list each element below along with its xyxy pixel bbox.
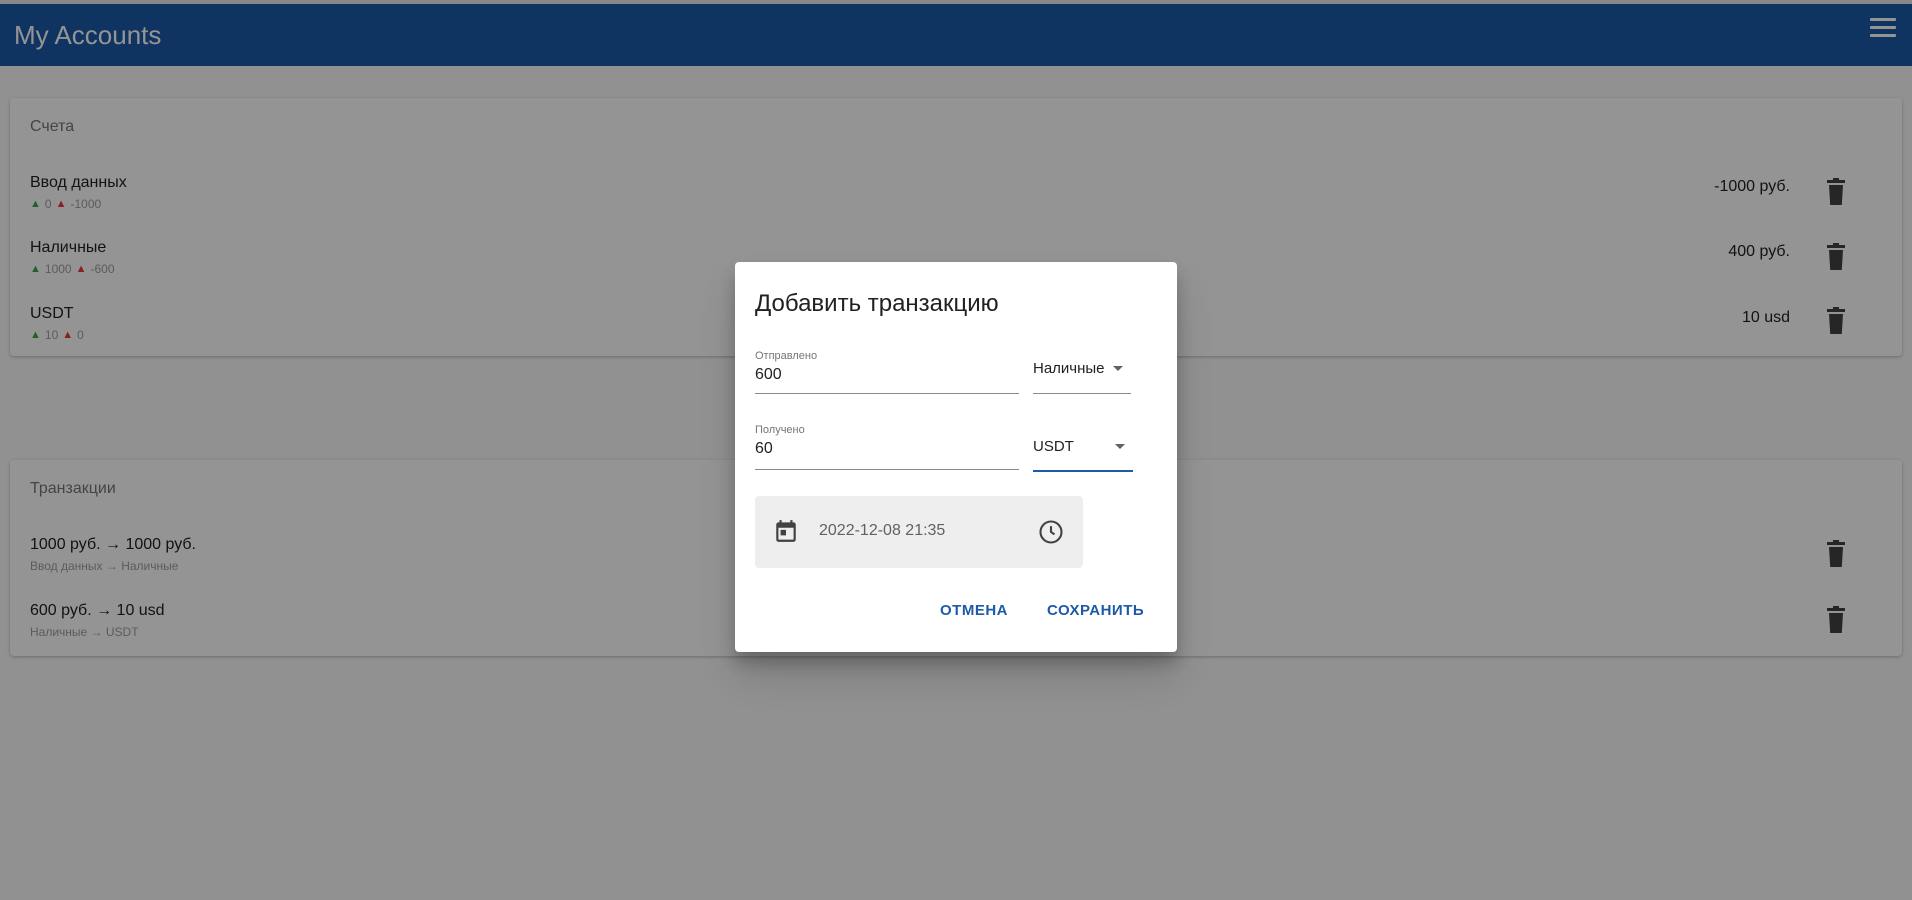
datetime-picker[interactable]: 2022-12-08 21:35 <box>755 496 1083 568</box>
save-button[interactable]: СОХРАНИТЬ <box>1047 602 1144 619</box>
received-amount-input[interactable] <box>755 440 1019 458</box>
datetime-value: 2022-12-08 21:35 <box>819 522 946 539</box>
cancel-button[interactable]: ОТМЕНА <box>940 602 1008 619</box>
received-account-select[interactable]: USDT <box>1033 428 1133 472</box>
sent-account-select[interactable]: Наличные <box>1033 350 1131 394</box>
received-account-value: USDT <box>1033 438 1074 455</box>
calendar-icon[interactable] <box>773 518 799 544</box>
received-amount-label: Получено <box>755 424 805 436</box>
sent-amount-field[interactable]: Отправлено <box>755 350 1019 394</box>
received-amount-field[interactable]: Получено <box>755 424 1019 470</box>
dialog-title: Добавить транзакцию <box>755 290 999 317</box>
clock-icon[interactable] <box>1037 518 1065 546</box>
sent-amount-label: Отправлено <box>755 350 818 362</box>
sent-amount-input[interactable] <box>755 366 1019 384</box>
chevron-down-icon <box>1115 444 1125 449</box>
chevron-down-icon <box>1113 366 1123 371</box>
add-transaction-dialog: Добавить транзакцию Отправлено Наличные … <box>735 262 1177 652</box>
sent-account-value: Наличные <box>1033 360 1105 377</box>
